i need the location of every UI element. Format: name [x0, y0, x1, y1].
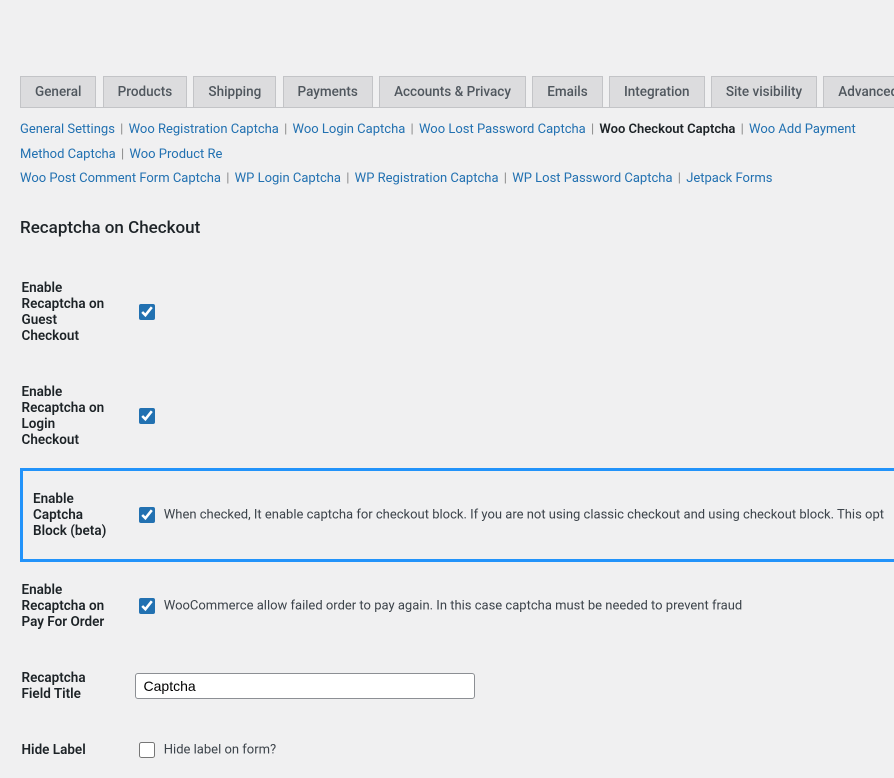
desc-pay-for-order: WooCommerce allow failed order to pay ag… — [164, 599, 742, 614]
label-hide-label: Hide Label — [22, 722, 125, 778]
settings-form: Enable Recaptcha on Guest Checkout Enabl… — [20, 260, 894, 778]
desc-hide-label: Hide label on form? — [164, 743, 276, 758]
section-title: Recaptcha on Checkout — [20, 218, 894, 238]
tab-payments[interactable]: Payments — [283, 76, 373, 107]
tab-site-visibility[interactable]: Site visibility — [711, 76, 817, 107]
desc-captcha-block: When checked, It enable captcha for chec… — [164, 508, 884, 523]
subnav-woo-post-comment[interactable]: Woo Post Comment Form Captcha — [20, 171, 221, 186]
label-login-checkout: Enable Recaptcha on Login Checkout — [22, 364, 125, 470]
checkbox-guest-checkout[interactable] — [139, 304, 155, 320]
settings-tabs: General Products Shipping Payments Accou… — [20, 0, 894, 108]
input-field-title[interactable] — [135, 673, 475, 699]
subnav-general-settings[interactable]: General Settings — [20, 122, 115, 137]
subnav-woo-lost-password[interactable]: Woo Lost Password Captcha — [419, 122, 586, 137]
tab-integration[interactable]: Integration — [609, 76, 705, 107]
label-guest-checkout: Enable Recaptcha on Guest Checkout — [22, 260, 125, 364]
checkbox-hide-label[interactable] — [139, 742, 155, 758]
subnav-woo-checkout[interactable]: Woo Checkout Captcha — [599, 122, 735, 137]
subnav-wp-lost-password[interactable]: WP Lost Password Captcha — [512, 171, 672, 186]
checkbox-captcha-block[interactable] — [139, 507, 155, 523]
subnav: General Settings | Woo Registration Capt… — [20, 108, 894, 200]
checkbox-pay-for-order[interactable] — [139, 598, 155, 614]
subnav-woo-login[interactable]: Woo Login Captcha — [293, 122, 406, 137]
label-captcha-block: Enable Captcha Block (beta) — [22, 470, 125, 561]
tab-shipping[interactable]: Shipping — [193, 76, 276, 107]
checkbox-login-checkout[interactable] — [139, 408, 155, 424]
label-pay-for-order: Enable Recaptcha on Pay For Order — [22, 561, 125, 651]
subnav-wp-login[interactable]: WP Login Captcha — [235, 171, 341, 186]
subnav-woo-registration[interactable]: Woo Registration Captcha — [129, 122, 279, 137]
tab-emails[interactable]: Emails — [532, 76, 603, 107]
tab-products[interactable]: Products — [103, 76, 187, 107]
label-field-title: Recaptcha Field Title — [22, 650, 125, 722]
subnav-woo-product-review[interactable]: Woo Product Re — [129, 147, 222, 162]
tab-advanced[interactable]: Advanced — [823, 76, 894, 107]
subnav-wp-registration[interactable]: WP Registration Captcha — [355, 171, 499, 186]
tab-general[interactable]: General — [20, 76, 96, 107]
subnav-jetpack-forms[interactable]: Jetpack Forms — [686, 171, 772, 186]
tab-accounts-privacy[interactable]: Accounts & Privacy — [379, 76, 526, 107]
